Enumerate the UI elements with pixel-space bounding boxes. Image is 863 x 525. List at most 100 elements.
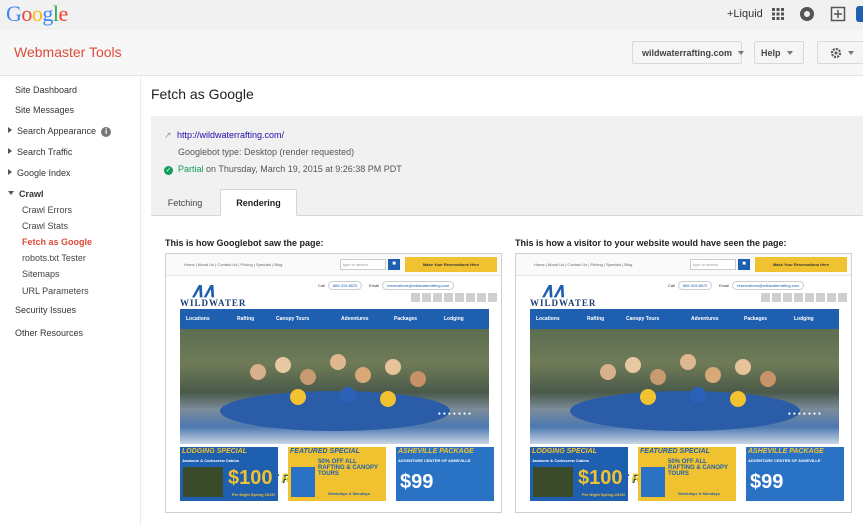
product-title[interactable]: Webmaster Tools bbox=[14, 44, 122, 60]
rafter-figure bbox=[340, 387, 356, 403]
site-call: Call 866.319.8870 bbox=[668, 281, 713, 290]
google-top-bar: Google +Liquid bbox=[0, 0, 863, 30]
logo-letter: G bbox=[6, 1, 22, 26]
external-link-icon[interactable]: ↗ bbox=[164, 130, 172, 141]
special-card[interactable]: LODGING SPECIAL Jawbone & Corkscrew Cabin… bbox=[180, 447, 278, 501]
sidebar-item-label: Site Dashboard bbox=[15, 85, 78, 95]
gear-icon bbox=[830, 47, 842, 58]
sidebar-item-google-index[interactable]: Google Index bbox=[8, 168, 71, 178]
rafter-figure bbox=[650, 369, 666, 385]
tab-rendering[interactable]: Rendering bbox=[220, 189, 297, 216]
social-icon bbox=[783, 293, 792, 302]
special-card-title: ASHEVILLE PACKAGE bbox=[398, 448, 474, 455]
call-label: Call bbox=[668, 283, 675, 288]
social-icon bbox=[422, 293, 431, 302]
rafter-figure bbox=[330, 354, 346, 370]
visitor-caption: This is how a visitor to your website wo… bbox=[515, 238, 787, 248]
sidebar-item-label: Search Appearance bbox=[17, 126, 97, 136]
app-header: Webmaster Tools wildwaterrafting.com Hel… bbox=[0, 30, 863, 76]
sidebar-item-crawl-errors[interactable]: Crawl Errors bbox=[22, 205, 72, 215]
special-card-title: FEATURED SPECIAL bbox=[290, 448, 360, 455]
rafter-figure bbox=[290, 389, 306, 405]
sidebar-item-label: URL Parameters bbox=[22, 286, 89, 296]
sidebar-item-url-parameters[interactable]: URL Parameters bbox=[22, 286, 89, 296]
site-nav-item: Rafting bbox=[587, 316, 605, 322]
account-avatar-icon[interactable] bbox=[856, 6, 863, 22]
site-nav-item: Packages bbox=[744, 316, 768, 322]
special-card[interactable]: ASHEVILLE PACKAGE ADVENTURE CENTER OF ASH… bbox=[746, 447, 844, 501]
special-card-subtitle: 50% OFF ALL RAFTING & CANOPY TOURS bbox=[318, 459, 378, 477]
sidebar-item-fetch-as-google[interactable]: Fetch as Google bbox=[22, 237, 92, 247]
sidebar-item-security-issues[interactable]: Security Issues bbox=[15, 305, 76, 315]
site-nav-item: Locations bbox=[536, 316, 560, 322]
site-nav: Locations Rafting Canopy Tours Adventures Pa… bbox=[180, 309, 489, 329]
plus-profile-link[interactable]: +Liquid bbox=[727, 8, 763, 20]
googlebot-render-screenshot: Home | About Us | Contact Us | Pricing |… bbox=[165, 253, 502, 513]
site-menu: Home | About Us | Contact Us | Pricing |… bbox=[534, 262, 633, 267]
social-icon bbox=[477, 293, 486, 302]
reservation-banner: Make Your Reservations Here bbox=[755, 257, 847, 272]
fetched-url-link[interactable]: http://wildwaterrafting.com/ bbox=[177, 130, 284, 140]
chevron-down-icon bbox=[848, 50, 854, 55]
site-call: Call 866.319.8870 bbox=[318, 281, 363, 290]
reservation-banner: Make Your Reservations Here bbox=[405, 257, 497, 272]
sidebar-item-crawl-stats[interactable]: Crawl Stats bbox=[22, 221, 68, 231]
chevron-down-icon bbox=[738, 50, 745, 55]
site-menu: Home | About Us | Contact Us | Pricing |… bbox=[184, 262, 283, 267]
cabin-photo bbox=[183, 467, 223, 497]
sidebar-nav: Site Dashboard Site Messages Search Appear… bbox=[0, 76, 141, 525]
special-card-note: Weekdays & Mondays bbox=[328, 491, 370, 496]
settings-button[interactable] bbox=[817, 41, 863, 64]
special-card-note: Per Night Spring 2015! bbox=[232, 492, 275, 497]
site-email: Email reservations@wildwaterrafting.com bbox=[369, 281, 455, 290]
googlebot-caption: This is how Googlebot saw the page: bbox=[165, 238, 324, 248]
sidebar-item-site-dashboard[interactable]: Site Dashboard bbox=[15, 85, 77, 95]
help-button[interactable]: Help bbox=[754, 41, 804, 64]
special-card-title: FEATURED SPECIAL bbox=[640, 448, 710, 455]
carousel-dots: ●●●●●●● bbox=[437, 411, 473, 417]
logo-letter: o bbox=[21, 1, 32, 26]
expand-caret-icon bbox=[8, 127, 12, 133]
logo-letter: e bbox=[58, 1, 69, 26]
social-icon bbox=[433, 293, 442, 302]
special-card[interactable]: LODGING SPECIAL Jawbone & Corkscrew Cabin… bbox=[530, 447, 628, 501]
rafter-figure bbox=[410, 371, 426, 387]
sidebar-item-crawl[interactable]: Crawl bbox=[8, 189, 44, 199]
sidebar-item-label: Crawl Stats bbox=[22, 221, 69, 231]
site-selector[interactable]: wildwaterrafting.com bbox=[632, 41, 745, 64]
sidebar-item-search-traffic[interactable]: Search Traffic bbox=[8, 147, 72, 157]
info-icon[interactable]: i bbox=[101, 127, 112, 137]
social-icon bbox=[466, 293, 475, 302]
rafter-figure bbox=[640, 389, 656, 405]
sidebar-item-label: Sitemaps bbox=[22, 269, 60, 279]
special-card-subtitle: Jawbone & Corkscrew Cabins bbox=[182, 458, 240, 463]
rafter-figure bbox=[625, 357, 641, 373]
site-nav-item: Canopy Tours bbox=[626, 316, 660, 322]
site-selector-label: wildwaterrafting.com bbox=[642, 47, 733, 58]
notifications-icon[interactable] bbox=[799, 6, 815, 22]
google-logo[interactable]: Google bbox=[6, 1, 68, 27]
special-card[interactable]: FEATURED SPECIAL 50% OFF ALL RAFTING & CA… bbox=[638, 447, 736, 501]
special-card-title: LODGING SPECIAL bbox=[182, 448, 247, 455]
page-title: Fetch as Google bbox=[151, 86, 254, 102]
status-label: Partial bbox=[178, 164, 204, 174]
sidebar-item-site-messages[interactable]: Site Messages bbox=[15, 105, 74, 115]
special-card[interactable]: FEATURED SPECIAL 50% OFF ALL RAFTING & CA… bbox=[288, 447, 386, 501]
rafter-figure bbox=[680, 354, 696, 370]
sidebar-item-search-appearance[interactable]: Search Appearance i bbox=[8, 126, 112, 137]
site-search-box: type to search bbox=[340, 259, 386, 270]
tab-fetching[interactable]: Fetching bbox=[151, 189, 219, 216]
sidebar-item-sitemaps[interactable]: Sitemaps bbox=[22, 269, 60, 279]
apps-grid-icon[interactable] bbox=[770, 6, 786, 22]
raft-shape bbox=[570, 391, 800, 431]
rafter-figure bbox=[380, 391, 396, 407]
sidebar-item-robots-txt-tester[interactable]: robots.txt Tester bbox=[22, 253, 86, 263]
share-plus-icon[interactable] bbox=[830, 6, 846, 22]
site-search-icon: ■ bbox=[388, 259, 400, 270]
sidebar-item-other-resources[interactable]: Other Resources bbox=[15, 328, 83, 338]
raft-shape bbox=[220, 391, 450, 431]
chevron-down-icon bbox=[786, 50, 793, 55]
special-card[interactable]: ASHEVILLE PACKAGE ADVENTURE CENTER OF ASH… bbox=[396, 447, 494, 501]
social-icon bbox=[827, 293, 836, 302]
rafting-photo bbox=[291, 467, 315, 497]
